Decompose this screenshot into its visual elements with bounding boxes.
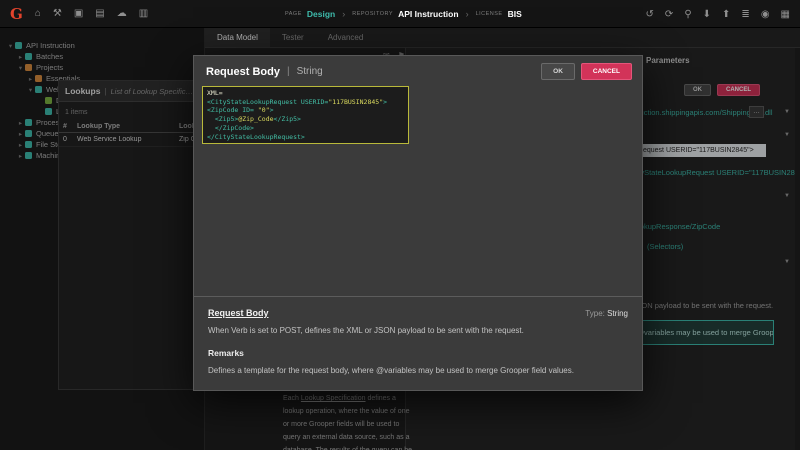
code-line: <ZipCode ID= "0">: [207, 106, 404, 115]
chevron-separator-icon: ›: [342, 9, 345, 19]
type-value: String: [607, 309, 628, 318]
topbar: G ⌂ ⚒ ▣ ▤ ☁ ▥ PAGE Design › REPOSITORY API In…: [0, 0, 800, 28]
topbar-right-icons: ↺ ⟳ ⚲ ⬇ ⬆ ≣ ◉ ▦: [646, 0, 790, 28]
remarks-text: Defines a template for the request body,…: [208, 366, 628, 375]
type-label: Type:: [585, 309, 607, 318]
tools-icon[interactable]: ⚒: [53, 8, 62, 19]
app-window: G ⌂ ⚒ ▣ ▤ ☁ ▥ PAGE Design › REPOSITORY API In…: [0, 0, 800, 450]
search-icon[interactable]: ⚲: [684, 9, 691, 20]
apps-grid-icon[interactable]: ▦: [781, 9, 790, 20]
dialog-help-section: Request Body Type: String When Verb is s…: [194, 296, 642, 390]
remarks-heading: Remarks: [208, 348, 628, 358]
page-label: PAGE: [285, 11, 302, 17]
dialog-type-name: String: [297, 66, 323, 77]
refresh-icon[interactable]: ⟳: [665, 9, 673, 20]
dialog-header: Request Body | String OK CANCEL: [194, 56, 642, 80]
code-line: <CityStateLookupRequest USERID="117BUSIN…: [207, 98, 404, 107]
history-icon[interactable]: ↺: [646, 9, 654, 20]
cloud-upload-icon[interactable]: ☁: [117, 8, 127, 19]
code-line: <Zip5>@Zip_Code</Zip5>: [207, 115, 404, 124]
print-icon[interactable]: ▤: [95, 8, 104, 19]
topbar-left-icons: ⌂ ⚒ ▣ ▤ ☁ ▥: [35, 8, 148, 19]
dialog-title: Request Body: [206, 66, 280, 78]
layers-icon[interactable]: ≣: [741, 9, 749, 20]
grooper-logo[interactable]: G: [10, 5, 23, 23]
briefcase-icon[interactable]: ▣: [74, 8, 83, 19]
repository-value[interactable]: API Instruction: [398, 9, 458, 19]
user-icon[interactable]: ◉: [761, 9, 770, 20]
download-icon[interactable]: ⬇: [703, 9, 711, 20]
request-body-dialog: Request Body | String OK CANCEL XML=<Cit…: [193, 55, 643, 391]
cancel-button[interactable]: CANCEL: [581, 63, 632, 80]
breadcrumb: PAGE Design › REPOSITORY API Instruction…: [285, 0, 522, 28]
code-editor[interactable]: XML=<CityStateLookupRequest USERID="117B…: [202, 86, 409, 144]
home-icon[interactable]: ⌂: [35, 8, 41, 19]
upload-icon[interactable]: ⬆: [722, 9, 730, 20]
license-value[interactable]: BIS: [508, 9, 522, 19]
license-label: LICENSE: [476, 11, 503, 17]
help-heading: Request Body: [208, 308, 269, 318]
code-line: </CityStateLookupRequest>: [207, 133, 404, 142]
code-line: XML=: [207, 89, 404, 98]
dialog-title-divider: |: [287, 66, 290, 77]
help-description: When Verb is set to POST, defines the XM…: [208, 326, 628, 335]
ok-button[interactable]: OK: [541, 63, 575, 80]
chevron-separator-icon: ›: [466, 9, 469, 19]
repository-label: REPOSITORY: [352, 11, 393, 17]
code-line: </ZipCode>: [207, 124, 404, 133]
page-value[interactable]: Design: [307, 9, 335, 19]
help-type: Type: String: [585, 309, 628, 318]
chart-icon[interactable]: ▥: [139, 8, 148, 19]
